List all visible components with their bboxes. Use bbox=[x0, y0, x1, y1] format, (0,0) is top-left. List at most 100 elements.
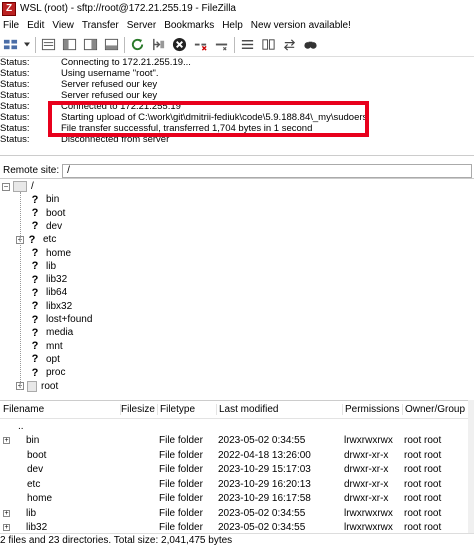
tree-item[interactable]: ? lost+found bbox=[30, 313, 93, 326]
toolbar bbox=[0, 33, 474, 57]
file-row[interactable]: + lib File folder 2023-05-02 0:34:55 lrwx… bbox=[0, 506, 474, 521]
unknown-folder-icon: ? bbox=[31, 300, 39, 313]
compare-icon[interactable] bbox=[260, 37, 276, 53]
tree-item[interactable]: ? home bbox=[30, 247, 71, 260]
tree-item-label: boot bbox=[46, 207, 66, 219]
column-filetype[interactable]: Filetype bbox=[157, 404, 216, 415]
filezilla-app-icon: Z bbox=[2, 1, 16, 16]
column-last-modified[interactable]: Last modified bbox=[216, 404, 342, 415]
process-queue-icon[interactable] bbox=[150, 37, 166, 53]
unknown-folder-icon: ? bbox=[31, 247, 39, 259]
folder-icon bbox=[27, 380, 37, 392]
file-list-scrollbar[interactable] bbox=[468, 400, 474, 533]
menu-edit[interactable]: Edit bbox=[24, 20, 49, 31]
toggle-queue-icon[interactable] bbox=[103, 37, 119, 53]
toggle-remote-tree-icon[interactable] bbox=[82, 37, 98, 53]
toggle-local-tree-icon[interactable] bbox=[61, 37, 77, 53]
message-log[interactable]: Status: Connecting to 172.21.255.19... St… bbox=[0, 57, 474, 156]
refresh-icon[interactable] bbox=[129, 37, 145, 53]
symlink-marker-icon: + bbox=[3, 437, 10, 445]
search-icon[interactable] bbox=[302, 37, 318, 53]
tree-item[interactable]: ? lib bbox=[30, 260, 56, 273]
log-row: Status: File transfer successful, transfe… bbox=[0, 123, 313, 134]
tree-item-label: dev bbox=[46, 220, 63, 232]
symlink-marker-icon: + bbox=[3, 524, 10, 532]
cancel-icon[interactable] bbox=[171, 37, 187, 53]
collapse-icon[interactable]: − bbox=[2, 182, 10, 191]
menu-file[interactable]: File bbox=[0, 20, 24, 31]
toggle-log-icon[interactable] bbox=[40, 37, 56, 53]
tree-item-label: media bbox=[46, 327, 74, 339]
file-row[interactable]: boot File folder 2022-04-18 13:26:00 drw… bbox=[0, 448, 474, 463]
tree-item-label: / bbox=[31, 181, 34, 192]
unknown-folder-icon: ? bbox=[28, 233, 36, 246]
file-row[interactable]: dev File folder 2023-10-29 15:17:03 drwx… bbox=[0, 463, 474, 478]
window-title: WSL (root) - sftp://root@172.21.255.19 -… bbox=[20, 3, 236, 14]
filter-icon[interactable] bbox=[239, 37, 255, 53]
log-row: Status: Connecting to 172.21.255.19... bbox=[0, 57, 191, 68]
file-row-parent[interactable]: .. bbox=[0, 419, 474, 434]
log-row: Status: Server refused our key bbox=[0, 79, 158, 90]
tree-guide-line bbox=[20, 192, 21, 390]
tree-item-label: root bbox=[41, 380, 59, 392]
sync-browse-icon[interactable] bbox=[281, 37, 297, 53]
unknown-folder-icon: ? bbox=[31, 313, 39, 326]
tree-root[interactable]: − / bbox=[2, 180, 34, 193]
tree-item[interactable]: ? libx32 bbox=[30, 300, 73, 313]
remote-path-input[interactable]: / bbox=[62, 163, 472, 178]
remote-site-label: Remote site: bbox=[3, 165, 60, 176]
tree-item-label: proc bbox=[46, 367, 66, 379]
tree-item[interactable]: ? media bbox=[30, 326, 74, 339]
unknown-folder-icon: ? bbox=[31, 340, 39, 353]
log-row: Status: Using username "root". bbox=[0, 68, 159, 79]
tree-item[interactable]: + root bbox=[16, 380, 58, 393]
log-row: Status: Disconnected from server bbox=[0, 134, 170, 145]
disconnect-icon[interactable] bbox=[192, 37, 208, 53]
tree-item[interactable]: ? dev bbox=[30, 220, 63, 233]
tree-item[interactable]: ? opt bbox=[30, 353, 60, 366]
menu-bookmarks[interactable]: Bookmarks bbox=[161, 20, 219, 31]
remote-file-list[interactable]: Filename Filesize Filetype Last modified… bbox=[0, 400, 474, 533]
menu-help[interactable]: Help bbox=[219, 20, 248, 31]
menu-new-version[interactable]: New version available! bbox=[248, 20, 356, 31]
tree-item[interactable]: ? bin bbox=[30, 193, 60, 206]
tree-item[interactable]: ? lib32 bbox=[30, 273, 68, 286]
unknown-folder-icon: ? bbox=[31, 207, 39, 220]
remote-directory-tree[interactable]: − / ? bin ? boot ? dev +? etc ? home ? lib ? li… bbox=[0, 180, 474, 396]
menu-transfer[interactable]: Transfer bbox=[79, 20, 124, 31]
reconnect-icon[interactable] bbox=[213, 37, 229, 53]
unknown-folder-icon: ? bbox=[31, 286, 39, 299]
unknown-folder-icon: ? bbox=[31, 353, 39, 366]
tree-item[interactable]: ? boot bbox=[30, 207, 66, 220]
menu-view[interactable]: View bbox=[49, 20, 79, 31]
file-row[interactable]: home File folder 2023-10-29 16:17:58 drw… bbox=[0, 492, 474, 507]
tree-item[interactable]: +? etc bbox=[16, 233, 56, 246]
column-filename[interactable]: Filename bbox=[0, 404, 120, 415]
tree-item-label: mnt bbox=[46, 340, 63, 352]
tree-item-label: opt bbox=[46, 353, 60, 365]
tree-item[interactable]: ? proc bbox=[30, 366, 66, 379]
tree-item-label: lib bbox=[46, 260, 57, 272]
column-permissions[interactable]: Permissions bbox=[342, 404, 402, 415]
column-filesize[interactable]: Filesize bbox=[120, 404, 157, 415]
unknown-folder-icon: ? bbox=[31, 326, 39, 339]
column-owner-group[interactable]: Owner/Group bbox=[402, 404, 474, 415]
chevron-down-icon[interactable] bbox=[23, 37, 31, 53]
site-manager-icon[interactable] bbox=[2, 37, 18, 53]
tree-item-label: etc bbox=[43, 234, 57, 246]
tree-item[interactable]: ? mnt bbox=[30, 340, 63, 353]
file-row[interactable]: etc File folder 2023-10-29 16:20:13 drwx… bbox=[0, 477, 474, 492]
toolbar-separator bbox=[124, 36, 125, 53]
unknown-folder-icon: ? bbox=[31, 220, 39, 233]
tree-item-label: lost+found bbox=[46, 314, 93, 325]
file-row[interactable]: + lib32 File folder 2023-05-02 0:34:55 lr… bbox=[0, 521, 474, 533]
unknown-folder-icon: ? bbox=[31, 260, 39, 273]
menu-bar: File Edit View Transfer Server Bookmarks… bbox=[0, 17, 474, 33]
tree-item-label: lib64 bbox=[46, 287, 68, 299]
menu-server[interactable]: Server bbox=[124, 20, 161, 31]
tree-item[interactable]: ? lib64 bbox=[30, 286, 68, 299]
log-row: Status: Connected to 172.21.255.19 bbox=[0, 101, 181, 112]
file-row[interactable]: + bin File folder 2023-05-02 0:34:55 lrwx… bbox=[0, 434, 474, 449]
remote-site-bar: Remote site: / bbox=[0, 163, 474, 179]
tree-item-label: libx32 bbox=[46, 300, 73, 312]
